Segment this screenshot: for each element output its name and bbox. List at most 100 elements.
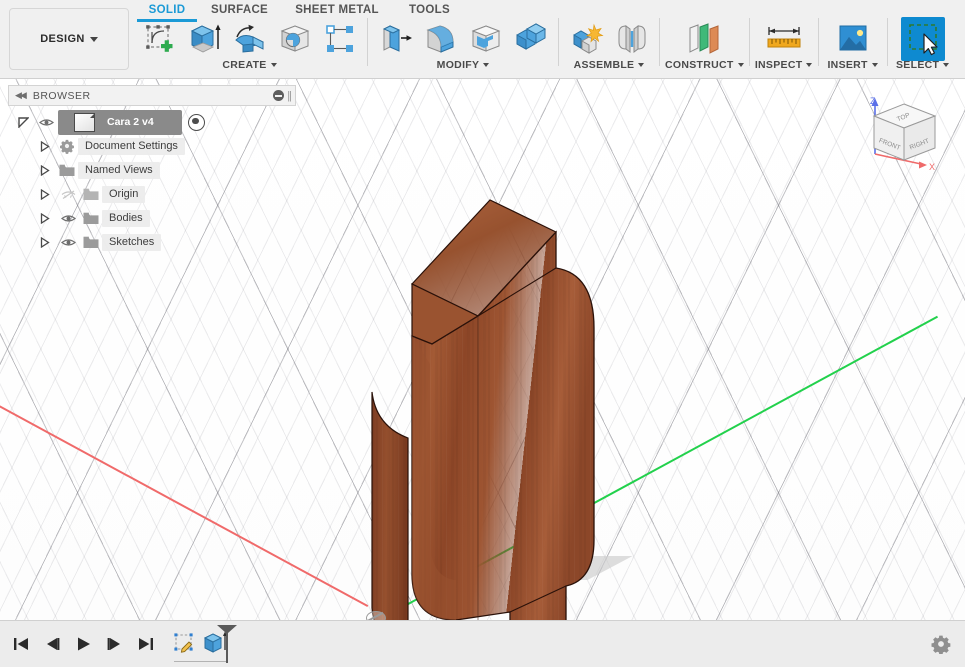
select-group-dropdown[interactable]: SELECT — [896, 59, 950, 71]
chevron-down-icon — [943, 63, 950, 67]
browser-panel-header[interactable]: ◀◀ BROWSER || — [8, 85, 296, 106]
browser-title: BROWSER — [32, 89, 91, 102]
activate-component-radio[interactable] — [187, 113, 205, 131]
chevron-down-icon — [483, 63, 490, 67]
timeline-end-marker[interactable] — [226, 625, 228, 663]
ribbon-groups: CREATE MODIFY ASSEMBLE CONSTRUCT INSPECT… — [137, 17, 953, 76]
tree-root-label: Cara 2 v4 — [107, 116, 154, 128]
group-label: MODIFY — [436, 59, 480, 71]
tree-item-named-views[interactable]: Named Views — [12, 158, 292, 182]
tree-root-row[interactable]: Cara 2 v4 — [12, 109, 292, 135]
group-separator — [558, 18, 559, 66]
step-forward-icon[interactable] — [101, 631, 127, 657]
joint-icon[interactable] — [609, 17, 654, 61]
origin-point-icon[interactable] — [366, 611, 386, 620]
revolve-icon[interactable] — [227, 17, 272, 61]
ribbon-group-inspect: INSPECT — [755, 18, 813, 76]
create-group-dropdown[interactable]: CREATE — [222, 59, 277, 71]
construct-group-dropdown[interactable]: CONSTRUCT — [665, 59, 744, 71]
group-separator — [748, 18, 750, 66]
inspect-group-dropdown[interactable]: INSPECT — [755, 59, 813, 71]
timeline-features — [170, 621, 230, 667]
visibility-eye-off-icon[interactable] — [56, 189, 80, 200]
skip-to-end-icon[interactable] — [132, 631, 158, 657]
assemble-group-dropdown[interactable]: ASSEMBLE — [574, 59, 645, 71]
view-cube[interactable]: Z X TOP FRONT RIGHT — [861, 90, 947, 174]
group-label: INSPECT — [754, 59, 803, 71]
tree-item-label: Named Views — [78, 161, 160, 179]
extrude-icon[interactable] — [182, 17, 227, 61]
ribbon-group-construct: CONSTRUCT — [665, 18, 744, 76]
folder-icon — [80, 188, 102, 201]
chevron-down-icon — [638, 63, 645, 67]
timeline-bar — [0, 620, 965, 667]
visibility-eye-icon[interactable] — [34, 117, 58, 128]
step-back-icon[interactable] — [39, 631, 65, 657]
hole-icon[interactable] — [272, 17, 317, 61]
group-separator — [367, 18, 368, 66]
folder-icon — [56, 164, 78, 177]
expand-arrow-icon[interactable] — [34, 140, 56, 152]
group-separator — [817, 18, 819, 66]
timeline-sketch-icon[interactable] — [170, 628, 200, 660]
x-axis-line — [0, 400, 369, 607]
circle-minus-icon[interactable] — [273, 90, 285, 101]
group-separator — [659, 18, 660, 66]
expand-arrow-icon[interactable] — [34, 212, 56, 224]
tree-item-label: Sketches — [102, 233, 162, 251]
3d-viewport[interactable]: Z X TOP FRONT RIGHT ◀◀ BROWSER || Cara 2… — [0, 78, 965, 620]
tab-label: TOOLS — [409, 3, 450, 16]
combine-icon[interactable] — [508, 17, 553, 61]
modify-group-dropdown[interactable]: MODIFY — [437, 59, 490, 71]
tree-item-bodies[interactable]: Bodies — [12, 206, 292, 230]
ribbon-group-modify: MODIFY — [373, 18, 553, 76]
tab-label: SHEET METAL — [295, 3, 379, 16]
tree-item-sketches[interactable]: Sketches — [12, 230, 292, 254]
insert-group-dropdown[interactable]: INSERT — [827, 59, 878, 71]
wood-body[interactable] — [360, 188, 610, 620]
expand-arrow-icon[interactable] — [34, 188, 56, 200]
timeline-settings-gear-icon[interactable] — [931, 634, 965, 654]
workspace-switcher-button[interactable]: DESIGN — [9, 8, 129, 70]
tree-item-document-settings[interactable]: Document Settings — [12, 134, 292, 158]
new-component-icon[interactable] — [564, 17, 609, 61]
browser-tree: Cara 2 v4 Document Settings Named Views … — [12, 109, 292, 254]
offset-plane-icon[interactable] — [677, 17, 731, 61]
create-sketch-icon[interactable] — [137, 17, 182, 61]
fusion-360-window: Z X TOP FRONT RIGHT ◀◀ BROWSER || Cara 2… — [0, 0, 965, 667]
tab-label: SURFACE — [210, 3, 269, 16]
group-label: SELECT — [896, 59, 940, 71]
expand-arrow-icon[interactable] — [34, 164, 56, 176]
shell-icon[interactable] — [463, 17, 508, 61]
chevron-down-icon — [270, 63, 277, 67]
fillet-icon[interactable] — [418, 17, 463, 61]
visibility-eye-icon[interactable] — [56, 237, 80, 248]
tree-item-label: Bodies — [102, 209, 150, 227]
gear-icon — [56, 139, 78, 154]
tree-item-label: Origin — [102, 185, 146, 203]
pattern-icon[interactable] — [317, 17, 362, 61]
select-cursor-icon[interactable] — [900, 17, 945, 61]
visibility-eye-icon[interactable] — [56, 213, 80, 224]
skip-to-start-icon[interactable] — [8, 631, 34, 657]
double-left-arrow-icon[interactable]: ◀◀ — [15, 90, 27, 101]
measure-icon[interactable] — [759, 17, 809, 61]
group-label: INSERT — [827, 59, 868, 71]
ribbon-group-assemble: ASSEMBLE — [564, 18, 654, 76]
tree-item-origin[interactable]: Origin — [12, 182, 292, 206]
expand-arrow-icon[interactable] — [34, 236, 56, 248]
tree-root-label-pill[interactable]: Cara 2 v4 — [58, 109, 182, 135]
expand-arrow-icon[interactable] — [12, 116, 34, 128]
resize-grip-icon[interactable]: || — [287, 90, 292, 102]
chevron-down-icon — [871, 63, 878, 67]
chevron-down-icon — [89, 36, 98, 42]
workspace-label: DESIGN — [40, 33, 85, 45]
ribbon-group-create: CREATE — [137, 18, 362, 76]
press-pull-icon[interactable] — [373, 17, 418, 61]
svg-text:X: X — [929, 162, 935, 172]
component-cube-icon — [74, 112, 95, 132]
play-icon[interactable] — [70, 631, 96, 657]
folder-icon — [80, 212, 102, 225]
insert-image-icon[interactable] — [830, 17, 875, 61]
group-label: CONSTRUCT — [665, 59, 734, 71]
